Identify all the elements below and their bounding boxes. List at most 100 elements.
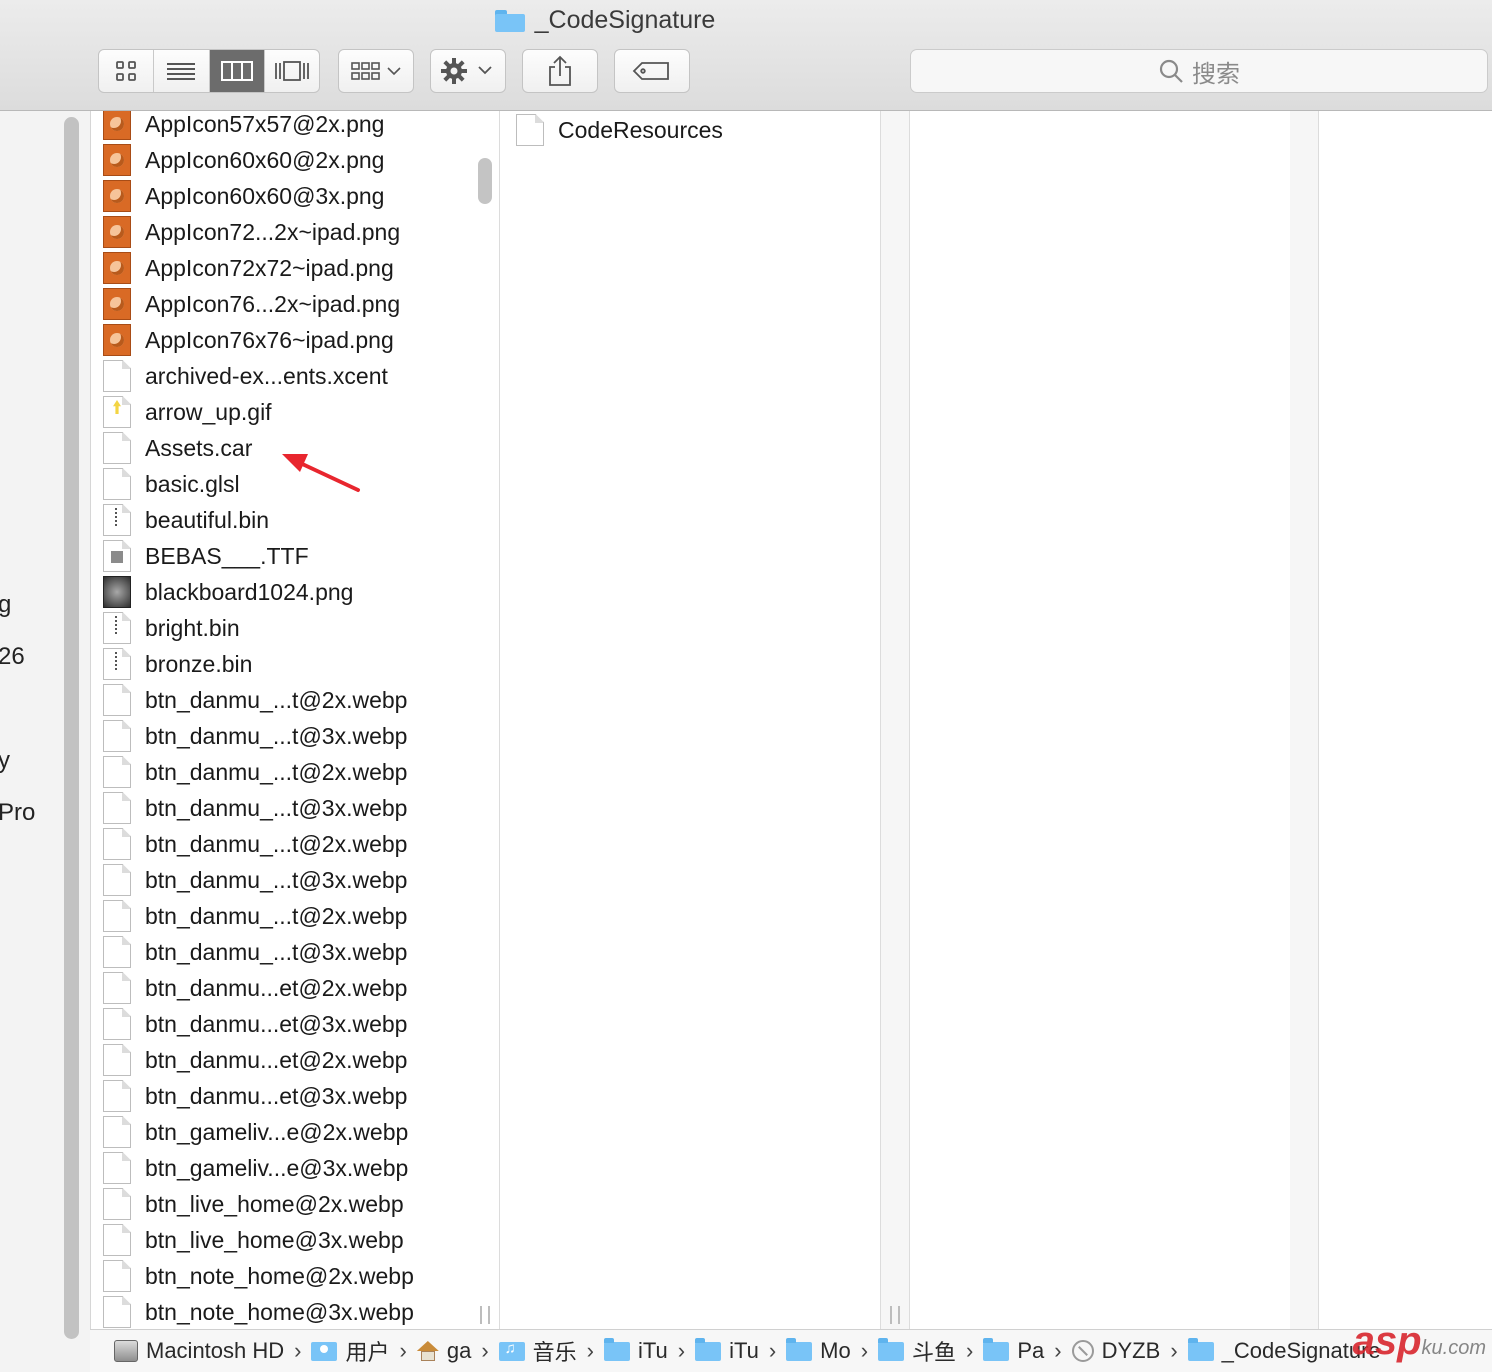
file-row[interactable]: AppIcon60x60@3x.png [103,178,384,214]
path-item[interactable]: 用户 [311,1335,390,1367]
file-column-2: CodeResources [500,111,881,1329]
file-row[interactable]: btn_gameliv...e@2x.webp [103,1114,408,1150]
sidebar-item-label[interactable]: 26 [0,643,25,671]
file-row[interactable]: AppIcon57x57@2x.png [103,111,384,142]
users-folder-icon [311,1341,338,1361]
file-row[interactable]: Assets.car [103,430,252,466]
file-name: btn_danmu_...t@3x.webp [145,938,408,965]
path-item[interactable]: Mo [786,1337,851,1364]
home-icon [417,1341,439,1361]
document-icon [103,360,131,392]
file-row[interactable]: btn_danmu_...t@2x.webp [103,754,407,790]
path-item[interactable]: ga [417,1338,471,1364]
path-item[interactable]: Macintosh HD [114,1338,284,1364]
file-row[interactable]: btn_danmu_...t@2x.webp [103,898,407,934]
file-row[interactable]: archived-ex...ents.xcent [103,358,388,394]
document-icon [103,1008,131,1040]
file-name: bronze.bin [145,650,253,677]
file-row[interactable]: btn_gameliv...e@3x.webp [103,1150,408,1186]
file-row[interactable]: AppIcon76x76~ipad.png [103,322,394,358]
file-name: btn_danmu_...t@3x.webp [145,794,408,821]
list-icon [167,63,196,80]
path-item-label: 斗鱼 [912,1340,957,1365]
file-row[interactable]: AppIcon72...2x~ipad.png [103,214,400,250]
file-name: AppIcon57x57@2x.png [145,111,385,137]
path-item[interactable]: 斗鱼 [878,1335,956,1367]
file-row[interactable]: btn_danmu_...t@2x.webp [103,826,407,862]
file-row[interactable]: blackboard1024.png [103,574,353,610]
chevron-right-icon: › [966,1338,974,1363]
icon-view-button[interactable] [99,50,155,92]
file-row[interactable]: btn_live_home@2x.webp [103,1186,404,1222]
file-name: CodeResources [558,116,723,143]
path-item[interactable]: Pa [983,1337,1045,1364]
column-view-button[interactable] [209,50,265,92]
sidebar-item-label[interactable]: y [0,747,10,775]
tag-icon [632,62,669,80]
action-button[interactable] [430,49,506,93]
chevron-right-icon: › [860,1338,869,1363]
path-item[interactable]: 音乐 [498,1335,577,1367]
file-name: btn_gameliv...e@3x.webp [145,1154,409,1181]
sidebar-item-label[interactable]: g [0,591,11,619]
file-name: bright.bin [145,614,240,641]
png-file-icon [103,216,131,248]
column-resize-handle[interactable] [890,1306,900,1324]
file-row[interactable]: BEBAS___.TTF [103,538,309,574]
path-item-label: Macintosh HD [146,1338,285,1363]
share-button[interactable] [522,49,598,93]
file-row[interactable]: btn_danmu...et@2x.webp [103,1042,407,1078]
file-name: blackboard1024.png [145,578,354,605]
file-row[interactable]: btn_danmu...et@2x.webp [103,970,407,1006]
file-row[interactable]: btn_danmu...et@3x.webp [103,1006,407,1042]
columns-icon [220,61,253,81]
document-icon [103,1152,131,1184]
file-row[interactable]: bronze.bin [103,646,252,682]
file-name: btn_live_home@2x.webp [145,1190,404,1217]
grid-icon [116,61,137,81]
column-resize-handle[interactable] [480,1306,490,1324]
path-item[interactable]: iTu [695,1337,759,1364]
chevron-right-icon: › [586,1338,594,1363]
file-row[interactable]: btn_danmu...et@3x.webp [103,1078,407,1114]
file-row[interactable]: basic.glsl [103,466,240,502]
gallery-view-button[interactable] [265,50,319,92]
document-icon [103,1260,131,1292]
file-name: archived-ex...ents.xcent [145,362,388,389]
column-1-scrollbar[interactable] [478,158,492,204]
file-row[interactable]: btn_danmu_...t@3x.webp [103,862,407,898]
file-row[interactable]: AppIcon76...2x~ipad.png [103,286,400,322]
chevron-right-icon: › [1170,1338,1178,1363]
path-item[interactable]: iTu [603,1337,668,1364]
document-icon [103,684,131,716]
search-field[interactable]: 搜索 [910,49,1488,93]
file-row[interactable]: AppIcon72x72~ipad.png [103,250,394,286]
file-row[interactable]: btn_note_home@3x.webp [103,1294,414,1329]
list-view-button[interactable] [154,50,210,92]
file-name: btn_danmu_...t@2x.webp [145,758,408,785]
png-file-icon [103,324,131,356]
chevron-right-icon: › [399,1338,407,1363]
file-row[interactable]: btn_live_home@3x.webp [103,1222,404,1258]
file-row[interactable]: btn_danmu_...t@3x.webp [103,790,407,826]
arrange-grid-icon [351,62,401,80]
file-row[interactable]: btn_danmu_...t@3x.webp [103,718,407,754]
arrange-button[interactable] [338,49,414,93]
font-file-icon [103,540,131,572]
file-row[interactable]: bright.bin [103,610,240,646]
image-file-icon [103,576,131,608]
path-item-label: Pa [1017,1338,1045,1363]
file-row[interactable]: btn_danmu_...t@3x.webp [103,934,407,970]
file-row[interactable]: beautiful.bin [103,502,269,538]
sidebar-item-label[interactable]: Pro [0,799,35,827]
file-row[interactable]: arrow_up.gif [103,394,272,430]
path-item[interactable]: DYZB [1071,1338,1160,1364]
sidebar-scrollbar[interactable] [64,117,79,1339]
share-icon [549,55,571,86]
file-row[interactable]: btn_danmu_...t@2x.webp [103,682,407,718]
file-row[interactable]: AppIcon60x60@2x.png [103,142,384,178]
file-row[interactable]: CodeResources [516,112,723,148]
file-name: AppIcon76...2x~ipad.png [145,290,401,317]
tags-button[interactable] [614,49,690,93]
file-row[interactable]: btn_note_home@2x.webp [103,1258,414,1294]
